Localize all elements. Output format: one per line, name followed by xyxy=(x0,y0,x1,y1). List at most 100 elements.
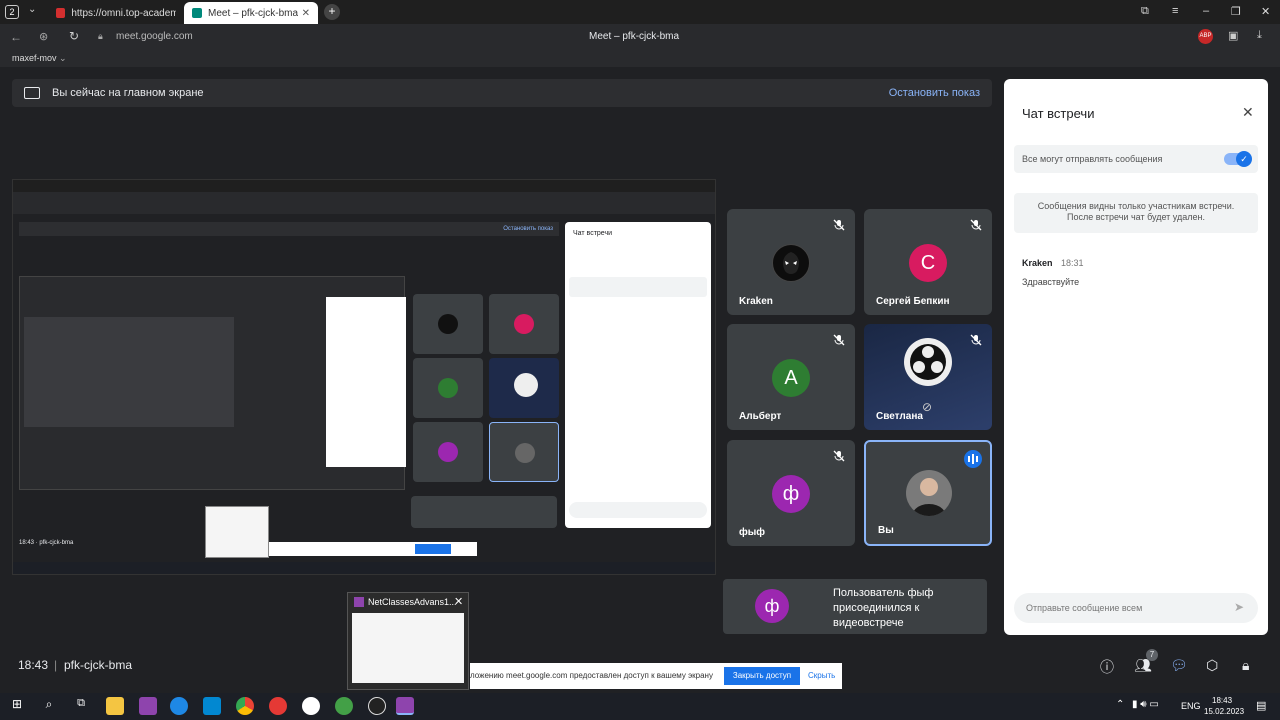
inner-tile xyxy=(413,358,483,418)
inner-tile xyxy=(413,294,483,354)
close-window-icon[interactable]: ✕ xyxy=(1261,5,1270,18)
close-access-button[interactable]: Закрыть доступ xyxy=(724,667,800,685)
hide-button[interactable]: Скрыть xyxy=(808,671,835,680)
search-icon[interactable]: ⌕ xyxy=(40,697,58,715)
back-icon[interactable]: ← xyxy=(10,30,22,44)
minimize-icon[interactable]: – xyxy=(1203,5,1209,17)
participant-tile-albert[interactable]: А Альберт xyxy=(727,324,855,430)
lock-icon: 🔒︎ xyxy=(98,31,103,41)
tab-close-icon[interactable]: ✕ xyxy=(302,8,310,19)
inner-tile xyxy=(489,422,559,482)
participant-name: Вы xyxy=(878,525,894,536)
participant-name: Светлана xyxy=(876,411,923,422)
inner-chat-panel: Чат встречи xyxy=(565,222,711,528)
app-icon[interactable] xyxy=(335,697,353,715)
mic-off-icon xyxy=(833,219,845,231)
menu-icon[interactable]: ≡ xyxy=(1172,5,1178,17)
preview-title: NetClassesAdvans1... xyxy=(368,597,457,607)
chrome-icon[interactable] xyxy=(236,697,254,715)
chat-panel: Чат встречи ✕ Все могут отправлять сообщ… xyxy=(1004,79,1268,635)
participant-name: Сергей Бепкин xyxy=(876,296,950,307)
participant-name: Альберт xyxy=(739,411,782,422)
inner-chat-notice xyxy=(569,277,707,297)
inner-screen-capture-nested xyxy=(24,317,234,427)
participant-tile-fyf[interactable]: ф фыф xyxy=(727,440,855,546)
favicon-icon xyxy=(56,8,66,18)
tab-omni[interactable]: https://omni.top-academy xyxy=(48,2,184,24)
reload-icon[interactable]: ↻ xyxy=(69,29,79,43)
avatar xyxy=(772,244,810,282)
notifications-icon[interactable]: ▤ xyxy=(1256,699,1266,712)
info-icon[interactable]: ⓘ xyxy=(1100,657,1120,677)
send-icon[interactable]: ➤ xyxy=(1234,600,1244,614)
yandex-icon[interactable] xyxy=(269,697,287,715)
participant-name: фыф xyxy=(739,527,766,538)
speaking-indicator-icon xyxy=(964,450,982,468)
inner-footer: 18:43 · pfk-cjck-bma xyxy=(19,540,74,546)
new-tab-button[interactable]: + xyxy=(324,4,340,20)
inner-chat-title: Чат встречи xyxy=(573,230,613,237)
participant-name: Kraken xyxy=(739,296,773,307)
meeting-time: 18:43 xyxy=(18,658,49,672)
mic-off-icon xyxy=(833,334,845,346)
taskbar-preview[interactable]: NetClassesAdvans1... ✕ xyxy=(347,592,469,690)
bookmark-item[interactable]: maxef-mov xyxy=(12,53,57,63)
app-icon[interactable] xyxy=(170,697,188,715)
chat-icon[interactable]: 💬︎ xyxy=(1170,657,1190,677)
meet-favicon-icon xyxy=(192,8,202,18)
participant-tile-svetlana[interactable]: ⊘ Светлана xyxy=(864,324,992,430)
preview-close-icon[interactable]: ✕ xyxy=(454,595,463,608)
participant-tile-self[interactable]: Вы xyxy=(864,440,992,546)
url-text[interactable]: meet.google.com xyxy=(116,31,193,42)
clock-date[interactable]: 15.02.2023 xyxy=(1204,707,1244,716)
inner-tab-strip xyxy=(13,180,715,192)
activities-icon[interactable]: ⬡ xyxy=(1206,657,1226,677)
tab-title: https://omni.top-academy xyxy=(71,7,176,19)
mic-off-icon xyxy=(970,334,982,346)
stop-presenting-button[interactable]: Остановить показ xyxy=(889,87,980,99)
close-chat-icon[interactable]: ✕ xyxy=(1242,104,1254,121)
visual-studio-active-icon[interactable] xyxy=(396,697,414,715)
task-view-icon[interactable]: ⧉ xyxy=(72,697,90,715)
mic-off-icon xyxy=(833,450,845,462)
bookmarks-bar: maxef-mov ⌄ xyxy=(0,50,1280,67)
inner-address-bar xyxy=(13,192,715,214)
avatar: А xyxy=(772,359,810,397)
store-icon[interactable] xyxy=(203,697,221,715)
start-icon[interactable]: ⊞ xyxy=(8,697,26,715)
preview-thumbnail xyxy=(352,613,464,683)
tray-chevron-icon[interactable]: ⌃ xyxy=(1116,699,1124,710)
chat-toggle-switch[interactable]: ✓ xyxy=(1224,151,1252,167)
inner-tile xyxy=(489,358,559,418)
tab-count-badge[interactable]: 2 xyxy=(5,5,19,19)
tab-meet[interactable]: Meet – pfk-cjck-bma ✕ xyxy=(184,2,318,24)
address-bar-row: ← ⊛ ↻ 🔒︎ meet.google.com Meet – pfk-cjck… xyxy=(0,24,1280,50)
clock-time[interactable]: 18:43 xyxy=(1212,696,1232,705)
participant-tile-sergey[interactable]: С Сергей Бепкин xyxy=(864,209,992,315)
obs-icon[interactable] xyxy=(368,697,386,715)
maximize-icon[interactable]: ❐ xyxy=(1231,5,1241,18)
chat-input[interactable]: Отправьте сообщение всем ➤ xyxy=(1014,593,1258,623)
abp-icon[interactable]: ABP xyxy=(1198,29,1213,44)
participant-tile-kraken[interactable]: Kraken xyxy=(727,209,855,315)
message-author: Kraken xyxy=(1022,258,1053,268)
tab-title: Meet – pfk-cjck-bma xyxy=(208,7,299,19)
extension-icon[interactable]: ▣ xyxy=(1228,29,1238,42)
tray-icons[interactable]: ▮ 🔊︎ ▭ xyxy=(1132,699,1159,710)
yandex-browser-icon[interactable] xyxy=(302,697,320,715)
message-time: 18:31 xyxy=(1060,258,1084,268)
inner-taskbar xyxy=(13,562,715,574)
message-text: Здравствуйте xyxy=(1022,277,1080,287)
join-toast: ф Пользователь фыф присоединился к видео… xyxy=(723,579,987,634)
visual-studio-icon[interactable] xyxy=(139,697,157,715)
presenting-text: Вы сейчас на главном экране xyxy=(52,87,204,99)
tab-list-icon[interactable]: ⌄ xyxy=(28,4,36,15)
yandex-icon[interactable]: ⊛ xyxy=(39,30,48,43)
language-indicator[interactable]: ENG xyxy=(1181,701,1201,711)
pip-icon[interactable]: ⧉ xyxy=(1141,5,1149,18)
camera-off-icon: ⊘ xyxy=(922,400,933,414)
participant-count-badge: 7 xyxy=(1146,649,1158,661)
download-icon[interactable]: ⤓ xyxy=(1257,29,1262,42)
host-controls-icon[interactable]: 🔒︎ xyxy=(1242,657,1262,677)
file-explorer-icon[interactable] xyxy=(106,697,124,715)
